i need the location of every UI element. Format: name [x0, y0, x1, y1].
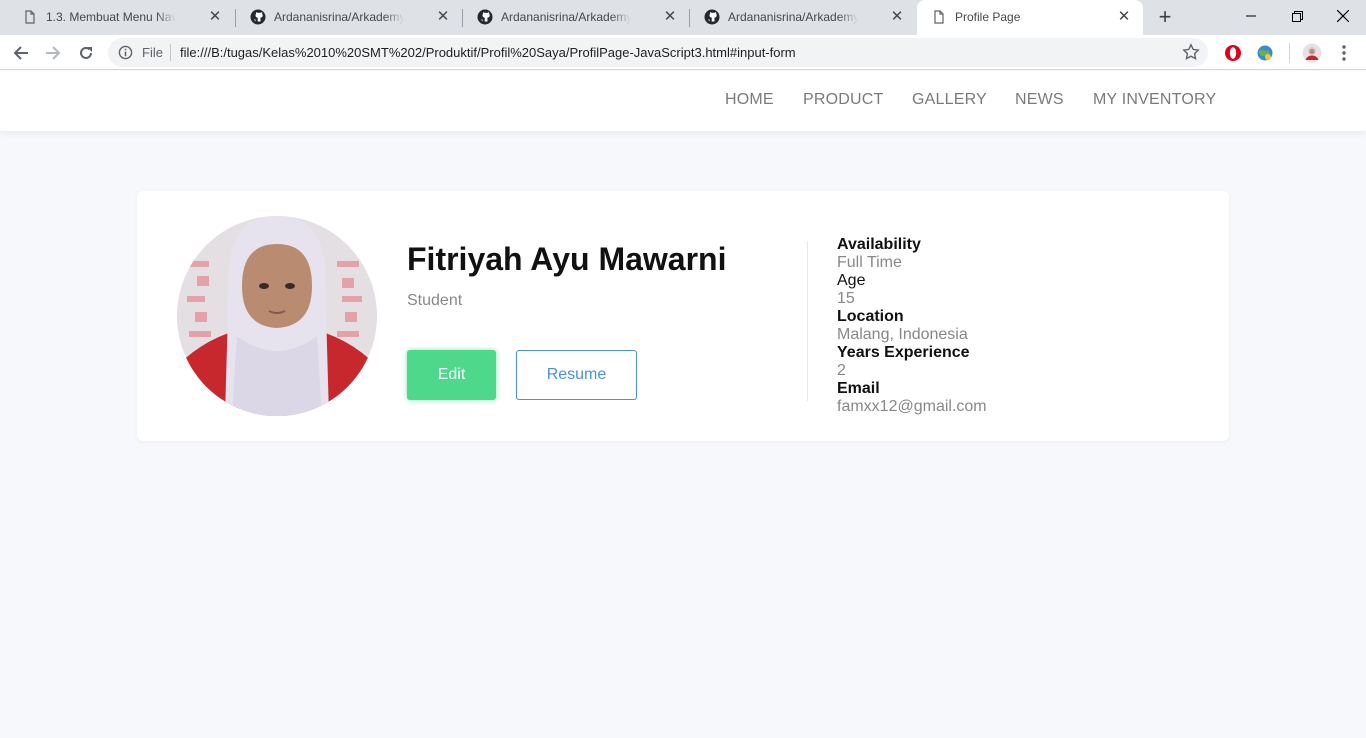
address-bar[interactable]: File file:///B:/tugas/Kelas%2010%20SMT%2… [108, 38, 1208, 67]
browser-tab-active[interactable]: Profile Page ✕ [917, 0, 1143, 35]
edit-button[interactable]: Edit [407, 350, 496, 400]
nav-link-home[interactable]: HOME [725, 91, 774, 109]
resume-button[interactable]: Resume [516, 350, 637, 400]
github-icon [477, 9, 493, 25]
omnibox-separator [170, 44, 171, 61]
detail-label-location: Location [837, 308, 904, 325]
browser-tab[interactable]: Ardananisrina/ArkademyJS1Ni ✕ [690, 0, 916, 35]
profile-avatar-icon[interactable] [1302, 43, 1322, 63]
browser-tab[interactable]: 1.3. Membuat Menu Navigasi F ✕ [8, 0, 234, 35]
nav-link-news[interactable]: NEWS [1015, 91, 1064, 109]
browser-tab[interactable]: Ardananisrina/ArkademyJS3Ni ✕ [236, 0, 462, 35]
profile-photo [177, 216, 377, 416]
window-close-icon[interactable] [1320, 0, 1366, 32]
tab-title: Ardananisrina/ArkademyJS3Ni [274, 10, 404, 24]
nav-link-my-inventory[interactable]: MY INVENTORY [1093, 91, 1216, 109]
nav-link-product[interactable]: PRODUCT [803, 91, 884, 109]
detail-value-email: famxx12@gmail.com [837, 398, 987, 415]
globe-extension-icon[interactable] [1255, 43, 1275, 63]
close-icon[interactable]: ✕ [1115, 8, 1133, 26]
tab-title: Ardananisrina/ArkademyJS1Ni [728, 10, 858, 24]
url-text[interactable]: file:///B:/tugas/Kelas%2010%20SMT%202/Pr… [180, 45, 796, 60]
site-navbar: HOME PRODUCT GALLERY NEWS MY INVENTORY [0, 71, 1366, 131]
bookmark-star-icon[interactable] [1182, 43, 1200, 61]
minimize-icon[interactable] [1228, 0, 1274, 32]
profile-role: Student [407, 292, 463, 309]
browser-tab-strip: 1.3. Membuat Menu Navigasi F ✕ Ardananis… [0, 0, 1366, 35]
detail-value-availability: Full Time [837, 254, 902, 271]
detail-value-age: 15 [837, 290, 855, 307]
new-tab-plus-icon[interactable]: + [1154, 6, 1176, 28]
browser-tab[interactable]: Ardananisrina/ArkademyJS2Ni ✕ [463, 0, 689, 35]
detail-label-years-experience: Years Experience [837, 344, 970, 361]
menu-kebab-icon[interactable] [1332, 41, 1356, 65]
close-icon[interactable]: ✕ [661, 8, 679, 26]
back-arrow-icon[interactable] [9, 41, 33, 65]
github-icon [704, 9, 720, 25]
detail-label-age: Age [837, 272, 866, 289]
opera-extension-icon[interactable] [1223, 43, 1243, 63]
page-viewport: HOME PRODUCT GALLERY NEWS MY INVENTORY F… [0, 71, 1366, 738]
close-icon[interactable]: ✕ [434, 8, 452, 26]
info-icon[interactable] [118, 45, 133, 60]
nav-link-gallery[interactable]: GALLERY [912, 91, 987, 109]
detail-label-availability: Availability [837, 236, 921, 253]
github-icon [250, 9, 266, 25]
profile-card: Fitriyah Ayu Mawarni Student Edit Resume… [137, 191, 1229, 441]
profile-details: Availability Full Time Age 15 Location M… [837, 236, 1197, 416]
close-icon[interactable]: ✕ [888, 8, 906, 26]
toolbar-separator [1289, 43, 1290, 63]
close-icon[interactable]: ✕ [206, 8, 224, 26]
page-icon [25, 10, 35, 24]
profile-name: Fitriyah Ayu Mawarni [407, 241, 727, 277]
scheme-label: File [142, 45, 163, 60]
vertical-divider [807, 241, 808, 401]
forward-arrow-icon[interactable] [41, 41, 65, 65]
detail-label-email: Email [837, 380, 880, 397]
tab-title: 1.3. Membuat Menu Navigasi F [46, 10, 176, 24]
tab-title: Ardananisrina/ArkademyJS2Ni [501, 10, 631, 24]
browser-toolbar: File file:///B:/tugas/Kelas%2010%20SMT%2… [0, 35, 1366, 70]
detail-value-location: Malang, Indonesia [837, 326, 968, 343]
tab-title: Profile Page [955, 10, 1021, 24]
detail-value-years-experience: 2 [837, 362, 846, 379]
page-icon [934, 10, 944, 24]
reload-icon[interactable] [74, 41, 98, 65]
restore-icon[interactable] [1274, 0, 1320, 32]
